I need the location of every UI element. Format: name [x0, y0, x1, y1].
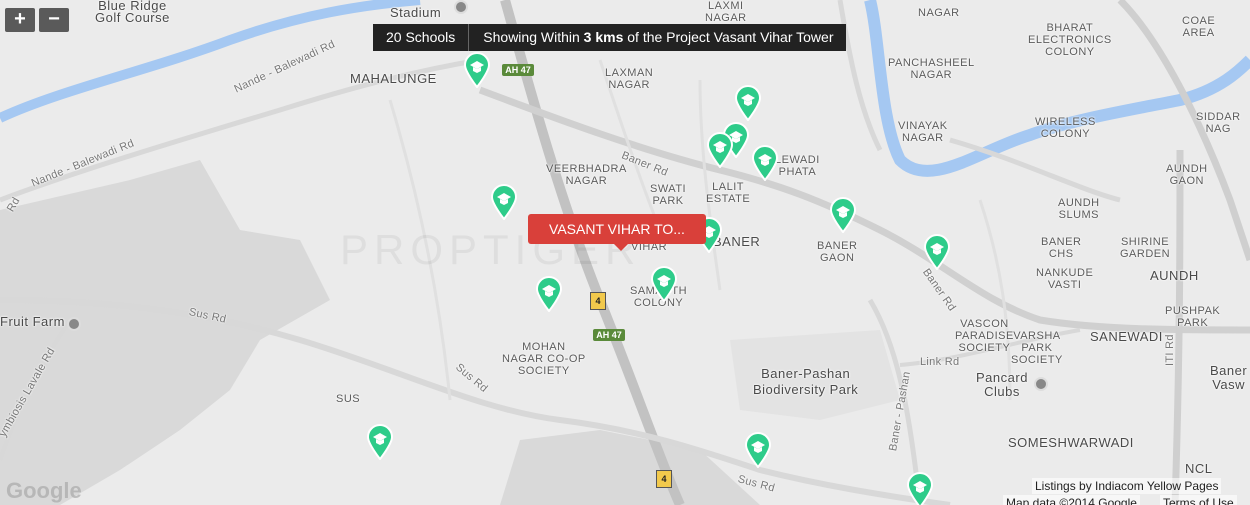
label-pancard: Pancard Clubs: [976, 370, 1028, 399]
label-nankude: NANKUDE VASTI: [1036, 267, 1094, 291]
range-suffix: of the Project Vasant Vihar Tower: [623, 29, 834, 45]
label-baner-gaon: BANER GAON: [817, 240, 858, 264]
terms-link[interactable]: Terms of Use: [1160, 495, 1237, 505]
label-swati-park: SWATI PARK: [650, 183, 687, 207]
label-nagar: NAGAR: [918, 7, 960, 19]
label-ncl: NCL: [1185, 461, 1213, 476]
school-pin-icon[interactable]: [535, 276, 563, 313]
zoom-in-button[interactable]: +: [5, 8, 35, 32]
school-pin-icon[interactable]: [706, 132, 734, 169]
label-baner-chs: BANER CHS: [1041, 236, 1082, 260]
label-wireless: WIRELESS COLONY: [1035, 116, 1096, 140]
label-baner-pashan-park: Baner-Pashan Biodiversity Park: [753, 366, 859, 397]
school-pin-icon[interactable]: [490, 184, 518, 221]
school-pin-icon[interactable]: [906, 472, 934, 505]
label-laxman-nagar: LAXMAN NAGAR: [605, 67, 654, 91]
label-sanewadi: SANEWADI: [1090, 329, 1163, 344]
label-balewadi-phata: LEWADI PHATA: [775, 154, 820, 178]
label-veerbhadra: VEERBHADRA NAGAR: [546, 163, 627, 187]
school-pin-icon[interactable]: [463, 52, 491, 89]
label-pushpak: PUSHPAK PARK: [1165, 305, 1221, 329]
poi-circle-icon: [67, 317, 81, 331]
poi-circle-icon: [1034, 377, 1048, 391]
label-mohan-nagar: MOHAN NAGAR CO-OP SOCIETY: [502, 341, 586, 377]
label-sus: SUS: [336, 393, 361, 405]
school-count[interactable]: 20 Schools: [373, 24, 470, 51]
listings-attribution: Listings by Indiacom Yellow Pages: [1032, 478, 1222, 494]
project-tooltip[interactable]: VASANT VIHAR TO...: [528, 214, 706, 251]
range-distance: 3 kms: [583, 29, 624, 45]
zoom-out-button[interactable]: −: [39, 8, 69, 32]
label-fruit-farm: Fruit Farm: [0, 314, 65, 329]
map-data-attribution: Map data ©2014 Google: [1003, 495, 1140, 505]
label-shirine: SHIRINE GARDEN: [1120, 236, 1171, 260]
label-coae-area: COAE AREA: [1182, 15, 1216, 39]
map-canvas[interactable]: PROPTIGER Blue Ridge Golf Course Stadium…: [0, 0, 1250, 505]
school-pin-icon[interactable]: [923, 234, 951, 271]
label-lalit-estate: LALIT ESTATE: [706, 181, 751, 205]
label-iti-rd: ITI Rd: [1164, 334, 1176, 366]
label-stadium: Stadium: [390, 5, 442, 20]
label-link-rd: Link Rd: [920, 356, 960, 368]
highway-shield-ah47-top: AH 47: [502, 64, 534, 76]
label-blue-ridge: Blue Ridge Golf Course: [95, 0, 170, 25]
label-aundh-gaon: AUNDH GAON: [1166, 163, 1208, 187]
label-laxmi-nagar: LAXMI NAGAR: [705, 0, 747, 24]
google-logo: Google: [6, 478, 82, 503]
label-baner-vasw: Baner Vasw: [1210, 363, 1248, 392]
school-pin-icon[interactable]: [744, 432, 772, 469]
label-aundh-slums: AUNDH SLUMS: [1058, 197, 1100, 221]
poi-circle-icon: [454, 0, 468, 14]
school-pin-icon[interactable]: [829, 197, 857, 234]
school-pin-icon[interactable]: [734, 85, 762, 122]
label-vascon: VASCON PARADISE SOCIETY: [955, 318, 1014, 354]
label-bharat: BHARAT ELECTRONICS COLONY: [1028, 22, 1112, 58]
range-prefix: Showing Within: [483, 29, 584, 45]
label-panchasheel: PANCHASHEEL NAGAR: [888, 57, 975, 81]
label-mahalunge: MAHALUNGE: [350, 71, 437, 86]
label-vinayak: VINAYAK NAGAR: [898, 120, 948, 144]
label-varsha: VARSHA PARK SOCIETY: [1011, 330, 1063, 366]
school-pin-icon[interactable]: [650, 266, 678, 303]
map-info-bar: 20 Schools Showing Within 3 kms of the P…: [373, 24, 846, 51]
highway-shield-ah47-mid: AH 47: [593, 329, 625, 341]
label-someshwarwadi: SOMESHWARWADI: [1008, 435, 1134, 450]
label-siddarth: SIDDAR NAG: [1196, 111, 1241, 135]
range-message: Showing Within 3 kms of the Project Vasa…: [469, 24, 845, 51]
label-aundh: AUNDH: [1150, 268, 1199, 283]
school-pin-icon[interactable]: [366, 424, 394, 461]
highway-shield-nh4-bottom: 4: [656, 470, 672, 488]
school-pin-icon[interactable]: [751, 145, 779, 182]
highway-shield-nh4-mid: 4: [590, 292, 606, 310]
